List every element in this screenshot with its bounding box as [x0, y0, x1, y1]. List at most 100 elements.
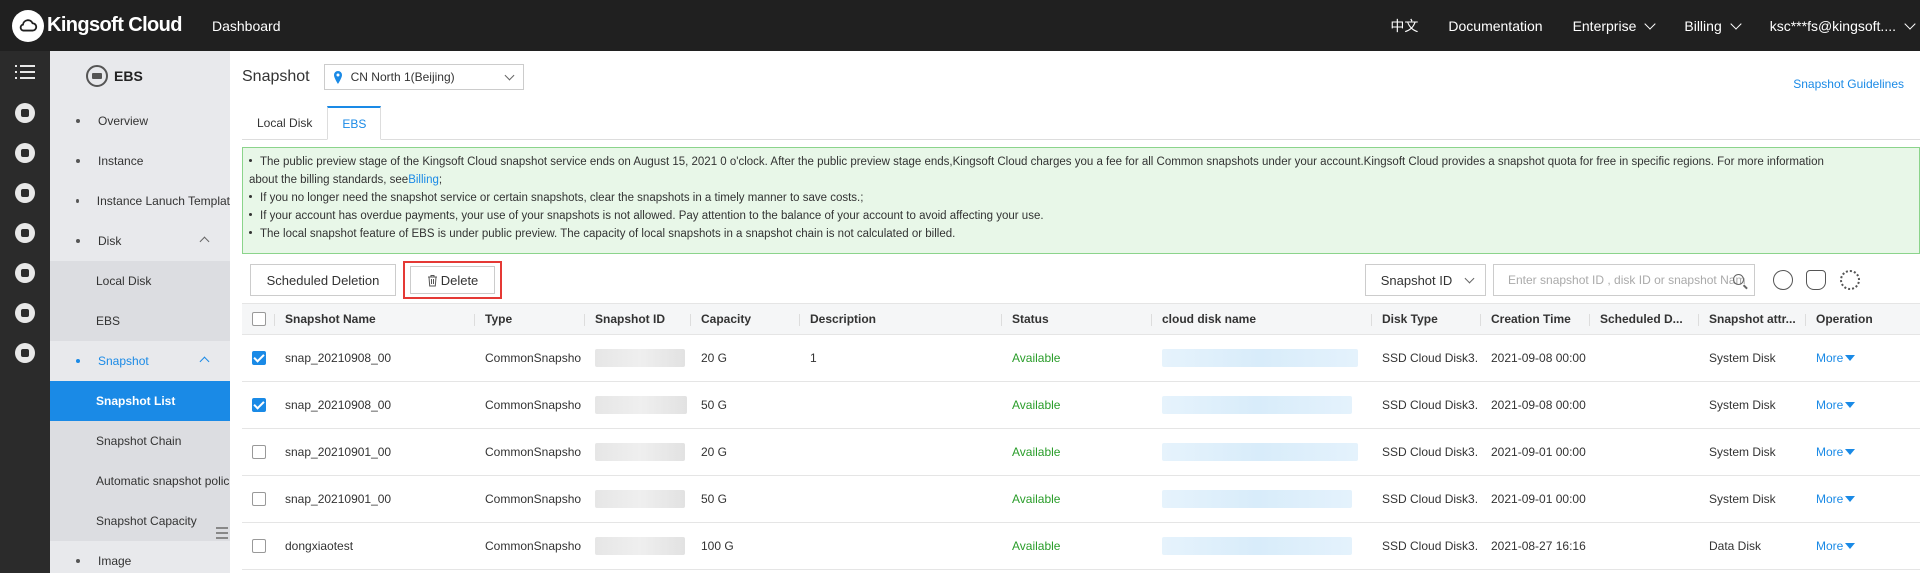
- chevron-up-icon: [199, 236, 210, 247]
- table-row[interactable]: snap_20210908_00 CommonSnapsho 20 G 1 Av…: [242, 335, 1920, 382]
- top-bar: Kingsoft Cloud Dashboard 中文 Documentatio…: [0, 0, 1920, 51]
- more-menu[interactable]: More: [1816, 398, 1896, 412]
- key-icon[interactable]: [0, 213, 50, 253]
- sidebar-item-snapshot[interactable]: Snapshot: [50, 341, 230, 381]
- sidebar-header: EBS: [50, 51, 230, 101]
- sidebar-subitem-local-disk[interactable]: Local Disk: [50, 261, 230, 301]
- row-checkbox[interactable]: [252, 351, 266, 365]
- sidebar-subitem-snapshot-chain[interactable]: Snapshot Chain: [50, 421, 230, 461]
- snapshot-attribute: System Disk: [1709, 492, 1776, 506]
- sidebar-subitem-snapshot-capacity[interactable]: Snapshot Capacity: [50, 501, 230, 541]
- cloud-disk-name-redacted[interactable]: [1152, 537, 1372, 555]
- disk-type: SSD Cloud Disk3.: [1382, 351, 1479, 365]
- search-icon[interactable]: [1733, 274, 1744, 285]
- row-checkbox[interactable]: [252, 492, 266, 506]
- upload-icon[interactable]: [0, 333, 50, 373]
- snapshot-name: dongxiaotest: [285, 539, 354, 553]
- snapshot-type: CommonSnapsho: [485, 539, 582, 553]
- database-icon[interactable]: [0, 173, 50, 213]
- chevron-down-icon: [1730, 17, 1742, 30]
- col-scheduled-deletion[interactable]: Scheduled D...: [1590, 312, 1699, 326]
- col-description[interactable]: Description: [800, 312, 1002, 326]
- snapshot-capacity: 50 G: [701, 398, 728, 412]
- sidebar-item-image[interactable]: Image: [50, 541, 230, 573]
- more-menu[interactable]: More: [1816, 351, 1896, 365]
- delete-button[interactable]: Delete: [410, 266, 495, 294]
- col-snapshot-name[interactable]: Snapshot Name: [275, 312, 475, 326]
- snapshot-id-redacted: [585, 443, 691, 461]
- sidebar-subitem-automatic-snapshot-policy[interactable]: Automatic snapshot polic: [50, 461, 230, 501]
- table-row[interactable]: snap_20210908_00 CommonSnapsho 50 G Avai…: [242, 382, 1920, 429]
- billing-link[interactable]: Billing: [408, 174, 439, 186]
- sidebar-subitem-ebs[interactable]: EBS: [50, 301, 230, 341]
- brand-name: Kingsoft Cloud: [47, 14, 183, 36]
- table-row[interactable]: snap_20210901_00 CommonSnapsho 50 G Avai…: [242, 476, 1920, 523]
- export-icon[interactable]: [1806, 270, 1826, 290]
- dashboard-link[interactable]: Dashboard: [212, 18, 281, 34]
- enterprise-menu[interactable]: Enterprise: [1573, 18, 1657, 34]
- notice-text: The local snapshot feature of EBS is und…: [260, 228, 956, 240]
- menu-toggle-icon[interactable]: [0, 51, 50, 93]
- snapshot-type: CommonSnapsho: [485, 398, 582, 412]
- col-snapshot-id[interactable]: Snapshot ID: [585, 312, 691, 326]
- col-status[interactable]: Status: [1002, 312, 1152, 326]
- snapshot-table: Snapshot Name Type Snapshot ID Capacity …: [242, 303, 1920, 570]
- ebs-icon[interactable]: [0, 253, 50, 293]
- main-content: Snapshot CN North 1(Beijing) Snapshot Gu…: [230, 51, 1920, 573]
- sidebar-collapse-handle[interactable]: [216, 524, 230, 544]
- more-menu[interactable]: More: [1816, 445, 1896, 459]
- account-menu[interactable]: ksc***fs@kingsoft....: [1770, 17, 1916, 34]
- storage-icon[interactable]: [0, 133, 50, 173]
- col-creation-time[interactable]: Creation Time: [1481, 312, 1590, 326]
- refresh-icon[interactable]: [1773, 270, 1793, 290]
- cloud-disk-name-redacted[interactable]: [1152, 349, 1372, 367]
- billing-menu[interactable]: Billing: [1684, 17, 1742, 34]
- snapshot-type: CommonSnapsho: [485, 445, 582, 459]
- scheduled-deletion-button[interactable]: Scheduled Deletion: [250, 264, 396, 296]
- tab-ebs[interactable]: EBS: [327, 106, 382, 140]
- more-menu[interactable]: More: [1816, 492, 1896, 506]
- cloud-server-icon[interactable]: [0, 93, 50, 133]
- snapshot-guidelines-link[interactable]: Snapshot Guidelines: [1793, 77, 1904, 91]
- sidebar-item-overview[interactable]: Overview: [50, 101, 230, 141]
- search-field-select[interactable]: Snapshot ID: [1365, 264, 1486, 296]
- snapshot-type: CommonSnapsho: [485, 351, 582, 365]
- snapshot-capacity: 100 G: [701, 539, 734, 553]
- cloud-disk-name-redacted[interactable]: [1152, 490, 1372, 508]
- settings-icon[interactable]: [1840, 270, 1860, 290]
- col-capacity[interactable]: Capacity: [691, 312, 800, 326]
- cloud-disk-name-redacted[interactable]: [1152, 443, 1372, 461]
- chevron-down-icon: [1904, 17, 1916, 30]
- delete-label: Delete: [440, 272, 479, 288]
- brand[interactable]: Kingsoft Cloud: [12, 9, 200, 42]
- sidebar-item-instance[interactable]: Instance: [50, 141, 230, 181]
- sidebar-item-instance-launch-template[interactable]: Instance Lanuch Templat: [50, 181, 230, 221]
- region-select[interactable]: CN North 1(Beijing): [323, 64, 524, 90]
- table-row[interactable]: dongxiaotest CommonSnapsho 100 G Availab…: [242, 523, 1920, 570]
- tab-local-disk[interactable]: Local Disk: [242, 106, 327, 140]
- sidebar-title: EBS: [114, 68, 143, 84]
- notice-text: If you no longer need the snapshot servi…: [260, 192, 864, 204]
- col-snapshot-attribute[interactable]: Snapshot attr...: [1699, 312, 1806, 326]
- row-checkbox[interactable]: [252, 539, 266, 553]
- row-checkbox[interactable]: [252, 445, 266, 459]
- sidebar-subitem-snapshot-list[interactable]: Snapshot List: [50, 381, 230, 421]
- col-cloud-disk-name[interactable]: cloud disk name: [1152, 312, 1372, 326]
- notice-text: ;: [438, 174, 443, 186]
- row-checkbox[interactable]: [252, 398, 266, 412]
- more-label: More: [1816, 398, 1844, 412]
- documentation-link[interactable]: Documentation: [1448, 18, 1542, 34]
- sidebar-item-disk[interactable]: Disk: [50, 221, 230, 261]
- table-row[interactable]: snap_20210901_00 CommonSnapsho 20 G Avai…: [242, 429, 1920, 476]
- select-all-checkbox[interactable]: [252, 312, 266, 326]
- network-icon[interactable]: [0, 293, 50, 333]
- col-disk-type[interactable]: Disk Type: [1372, 312, 1481, 326]
- cloud-disk-name-redacted[interactable]: [1152, 396, 1372, 414]
- search-input[interactable]: Enter snapshot ID , disk ID or snapshot …: [1493, 264, 1755, 296]
- language-switch[interactable]: 中文: [1390, 16, 1418, 36]
- col-type[interactable]: Type: [475, 312, 585, 326]
- notice-text: about the billing standards, see: [249, 174, 409, 186]
- snapshot-capacity: 20 G: [701, 351, 728, 365]
- sidebar-item-label: Image: [98, 554, 132, 568]
- more-menu[interactable]: More: [1816, 539, 1896, 553]
